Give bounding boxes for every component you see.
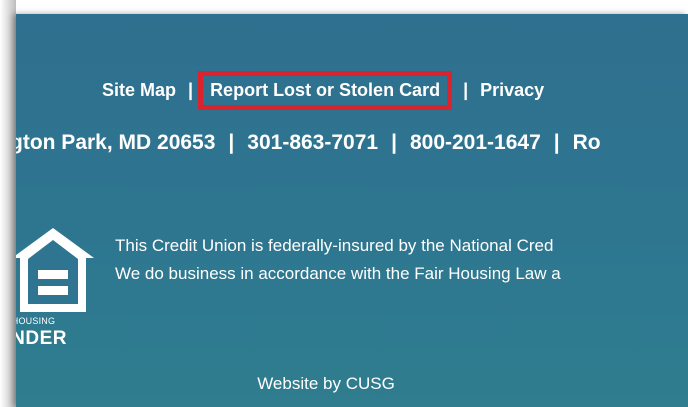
equal-housing-big-text: ENDER [16, 328, 68, 349]
page-left-edge [0, 0, 16, 407]
footer-links: Site Map | Report Lost or Stolen Card | … [102, 70, 544, 110]
address-text: gton Park, MD 20653 [16, 131, 216, 154]
link-separator: | [188, 79, 194, 100]
site-map-link[interactable]: Site Map [102, 80, 176, 101]
local-phone-link[interactable]: 301-863-7071 [247, 131, 378, 155]
info-separator: | [391, 131, 397, 154]
toll-free-phone-link[interactable]: 800-201-1647 [410, 131, 541, 155]
site-credit: Website by CUSG [16, 374, 662, 394]
insurance-disclaimer: This Credit Union is federally-insured b… [115, 232, 561, 288]
report-lost-highlight: Report Lost or Stolen Card [198, 70, 453, 110]
disclaimer-line-2: We do business in accordance with the Fa… [115, 264, 561, 283]
report-lost-card-link[interactable]: Report Lost or Stolen Card [210, 80, 440, 100]
site-footer: Site Map | Report Lost or Stolen Card | … [16, 14, 688, 407]
disclaimer-line-1: This Credit Union is federally-insured b… [115, 236, 554, 255]
equal-housing-small-text: AL HOUSING [16, 316, 56, 326]
routing-number-text: Ro [572, 131, 601, 154]
privacy-link[interactable]: Privacy [480, 80, 544, 101]
info-separator: | [553, 131, 560, 154]
link-separator: | [463, 79, 469, 100]
website-by-cusg-link[interactable]: Website by CUSG [257, 374, 395, 393]
contact-info: gton Park, MD 20653 | 301-863-7071 | 800… [16, 128, 601, 158]
equal-housing-lender-logo: AL HOUSING ENDER [16, 228, 94, 349]
equal-housing-icon [16, 228, 94, 312]
info-separator: | [228, 131, 235, 154]
